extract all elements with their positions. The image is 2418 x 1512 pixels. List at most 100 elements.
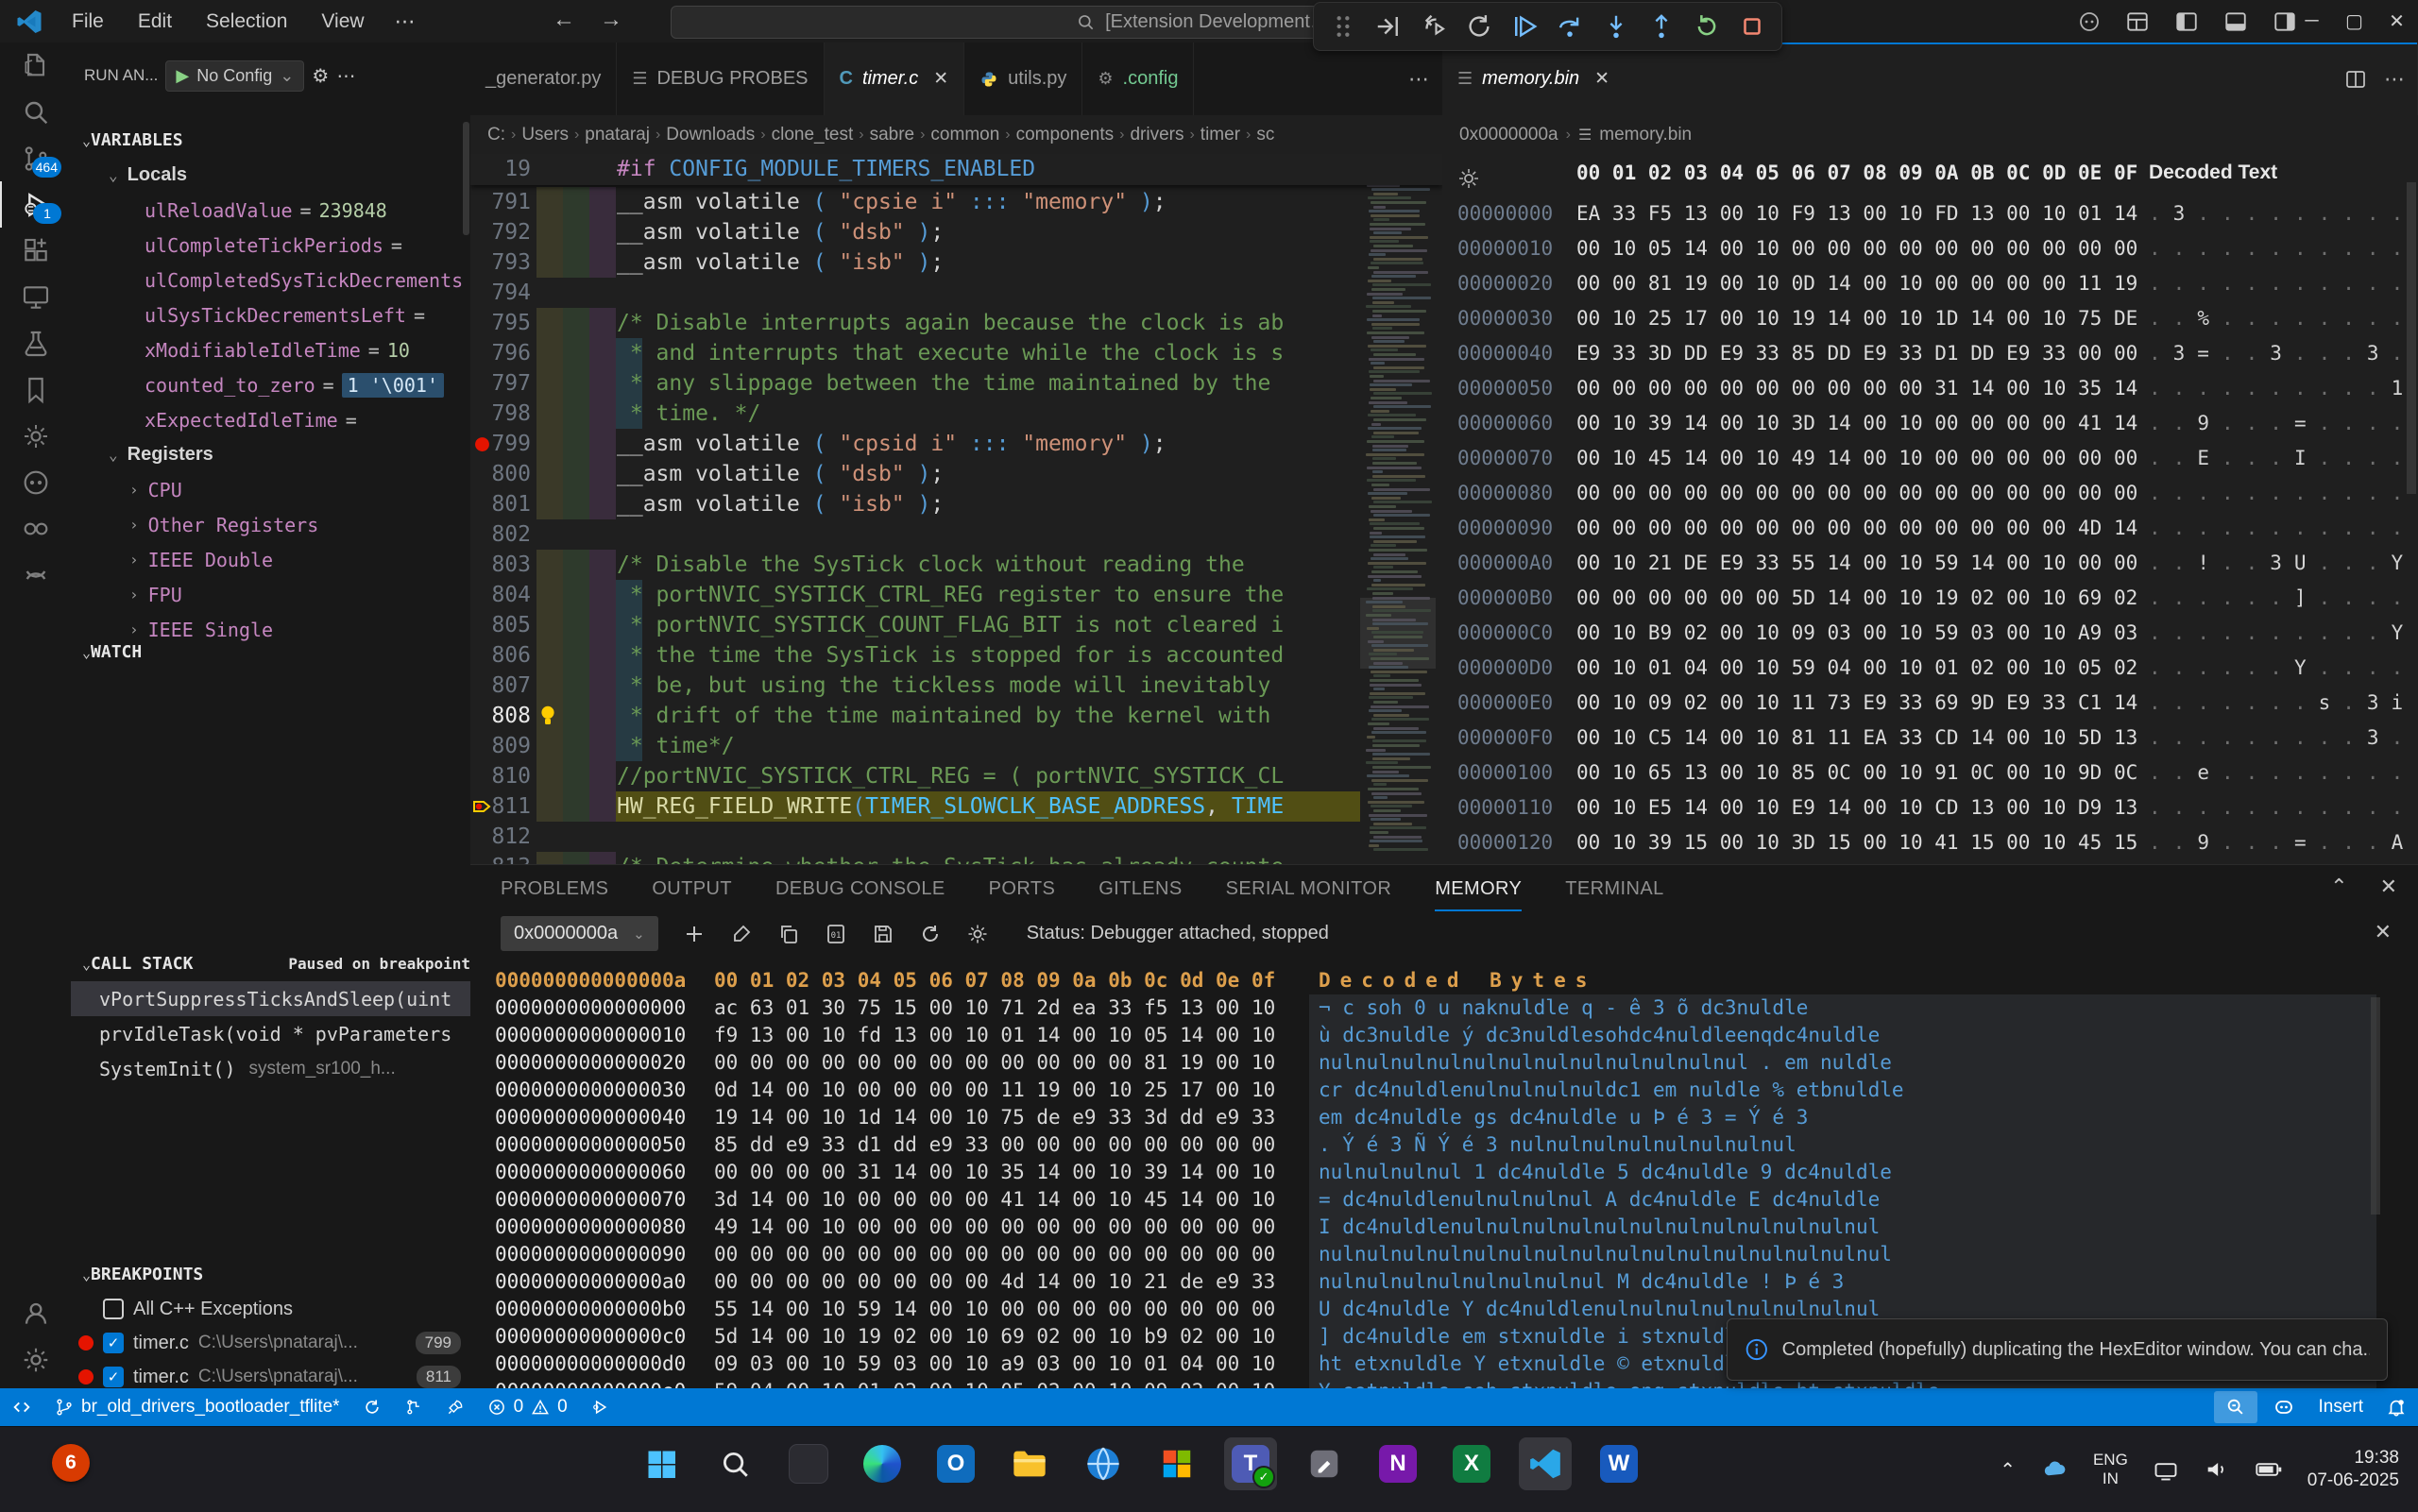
panel-tab-serial-monitor[interactable]: SERIAL MONITOR xyxy=(1226,869,1392,909)
tray-hidden-icons[interactable]: ⌃ xyxy=(2000,1458,2016,1482)
hex-row-00000080[interactable]: 0000008000 00 00 00 00 00 00 00 00 00 00… xyxy=(1442,476,2418,511)
window-close-icon[interactable]: ✕ xyxy=(2375,0,2418,42)
memory-row[interactable]: 00000000000000a000 00 00 00 00 00 00 00 … xyxy=(470,1268,2418,1296)
code-line-801[interactable]: 801__asm volatile ( "isb" ); xyxy=(470,489,1442,519)
taskbar-file-explorer-icon[interactable] xyxy=(1003,1437,1056,1490)
taskbar-edge-icon[interactable] xyxy=(856,1437,909,1490)
hex-settings-gear-icon[interactable] xyxy=(1457,167,1480,190)
code-line-806[interactable]: 806 * the time the SysTick is stopped fo… xyxy=(470,640,1442,671)
memory-refresh-icon[interactable] xyxy=(919,923,942,945)
memory-save-icon[interactable] xyxy=(872,923,894,945)
hex-row-00000020[interactable]: 0000002000 00 81 19 00 10 0D 14 00 10 00… xyxy=(1442,266,2418,301)
variable-counted_to_zero[interactable]: counted_to_zero=1 '\001' xyxy=(71,367,471,402)
memory-row[interactable]: 0000000000000000ac 63 01 30 75 15 00 10 … xyxy=(470,994,2418,1022)
code-line-792[interactable]: 792__asm volatile ( "dsb" ); xyxy=(470,217,1442,247)
activity-settings-gear-icon[interactable] xyxy=(0,1336,71,1383)
taskbar-search-icon[interactable] xyxy=(708,1437,761,1490)
memory-row[interactable]: 000000000000009000 00 00 00 00 00 00 00 … xyxy=(470,1241,2418,1268)
code-line-803[interactable]: 803/* Disable the SysTick clock without … xyxy=(470,550,1442,580)
activity-account-icon[interactable] xyxy=(0,1290,71,1336)
toggle-sidebar-icon[interactable] xyxy=(2174,9,2199,34)
hex-row-00000110[interactable]: 0000011000 10 E5 14 00 10 E9 14 00 10 CD… xyxy=(1442,790,2418,825)
breadcrumb-item[interactable]: memory.bin xyxy=(1599,125,1692,145)
taskbar-onenote-icon[interactable]: N xyxy=(1371,1437,1424,1490)
breadcrumb-item[interactable]: common xyxy=(930,125,999,145)
panel-tab-output[interactable]: OUTPUT xyxy=(652,869,732,909)
panel-tab-debug-console[interactable]: DEBUG CONSOLE xyxy=(775,869,945,909)
code-line-796[interactable]: 796 * and interrupts that execute while … xyxy=(470,338,1442,368)
variable-ulReloadValue[interactable]: ulReloadValue=239848 xyxy=(71,193,471,228)
panel-tab-memory[interactable]: MEMORY xyxy=(1435,869,1522,909)
battery-icon[interactable] xyxy=(2255,1456,2283,1483)
activity-extensions-icon[interactable] xyxy=(0,228,71,274)
panel-tab-gitlens[interactable]: GITLENS xyxy=(1098,869,1182,909)
sidebar-scrollbar[interactable] xyxy=(463,122,469,235)
screencast-zoom-button[interactable] xyxy=(2214,1391,2257,1423)
step-out-button[interactable] xyxy=(1645,10,1677,42)
activity-jupyter-icon[interactable] xyxy=(0,552,71,598)
memory-header-row[interactable]: 000000000000000a00 01 02 03 04 05 06 07 … xyxy=(470,967,2418,994)
breadcrumb-memory[interactable]: 0x0000000a›☰memory.bin xyxy=(1442,115,2418,154)
hex-scrollbar[interactable] xyxy=(2407,182,2416,494)
memory-row[interactable]: 000000000000002000 00 00 00 00 00 00 00 … xyxy=(470,1049,2418,1077)
debug-gear-icon[interactable]: ⚙ xyxy=(312,64,329,88)
code-editor[interactable]: 791__asm volatile ( "cpsie i" ::: "memor… xyxy=(470,154,1442,864)
notification-toast[interactable]: Completed (hopefully) duplicating the He… xyxy=(1727,1318,2388,1381)
drag-handle-button[interactable] xyxy=(1327,10,1359,42)
code-line-799[interactable]: 799__asm volatile ( "cpsid i" ::: "memor… xyxy=(470,429,1442,459)
hex-row-00000030[interactable]: 0000003000 10 25 17 00 10 19 14 00 10 1D… xyxy=(1442,301,2418,336)
breakpoint-row[interactable]: All C++ Exceptions xyxy=(71,1292,470,1326)
panel-close-icon[interactable]: ✕ xyxy=(2380,875,2397,899)
variable-xModifiableIdleTime[interactable]: xModifiableIdleTime=10 xyxy=(71,332,471,367)
hex-row-000000D0[interactable]: 000000D000 10 01 04 00 10 59 04 00 10 01… xyxy=(1442,651,2418,686)
breadcrumb-item[interactable]: pnataraj xyxy=(585,125,650,145)
run-to-line-button[interactable] xyxy=(1372,10,1405,42)
memory-row[interactable]: 0000000000000010f9 13 00 10 fd 13 00 10 … xyxy=(470,1022,2418,1049)
tab-debug-probes[interactable]: ☰DEBUG PROBES xyxy=(617,42,824,115)
remote-indicator[interactable] xyxy=(0,1388,43,1426)
hex-row-000000A0[interactable]: 000000A000 10 21 DE E9 33 55 14 00 10 59… xyxy=(1442,546,2418,581)
nav-back-icon[interactable]: ← xyxy=(553,7,575,33)
code-line-800[interactable]: 800__asm volatile ( "dsb" ); xyxy=(470,459,1442,489)
volume-icon[interactable] xyxy=(2204,1456,2230,1483)
activity-gitlens-icon[interactable] xyxy=(0,505,71,552)
section-call-stack[interactable]: ⌄CALL STACKPaused on breakpoint xyxy=(71,946,471,981)
breadcrumb-item[interactable]: timer xyxy=(1200,125,1240,145)
step-into-button[interactable] xyxy=(1600,10,1632,42)
taskbar-outlook-icon[interactable]: O xyxy=(929,1437,982,1490)
menu-file[interactable]: File xyxy=(59,7,117,37)
variables-locals-group[interactable]: ⌄Locals xyxy=(71,158,471,193)
launch-button[interactable] xyxy=(434,1388,476,1426)
code-line-811[interactable]: 811HW_REG_FIELD_WRITE(TIMER_SLOWCLK_BASE… xyxy=(470,791,1442,822)
step-back-button[interactable] xyxy=(1418,10,1450,42)
breadcrumb[interactable]: C:›Users›pnataraj›Downloads›clone_test›s… xyxy=(470,115,1442,154)
code-line-798[interactable]: 798 * time. */ xyxy=(470,399,1442,429)
tab-timer-c[interactable]: Ctimer.c✕ xyxy=(825,42,965,115)
tab-close-icon[interactable]: ✕ xyxy=(933,68,948,90)
taskbar-vscode-icon[interactable] xyxy=(1519,1437,1572,1490)
activity-explorer-icon[interactable] xyxy=(0,42,71,89)
code-line-793[interactable]: 793__asm volatile ( "isb" ); xyxy=(470,247,1442,278)
toggle-panel-icon[interactable] xyxy=(2223,9,2248,34)
start-debug-icon[interactable]: ▶ xyxy=(176,66,189,86)
copilot-status-icon[interactable] xyxy=(2261,1388,2307,1426)
memory-binary-icon[interactable]: 01 xyxy=(825,923,847,945)
memory-row[interactable]: 000000000000008049 14 00 10 00 00 00 00 … xyxy=(470,1214,2418,1241)
hex-row-00000100[interactable]: 0000010000 10 65 13 00 10 85 0C 00 10 91… xyxy=(1442,756,2418,790)
tab-close-icon[interactable]: ✕ xyxy=(1594,68,1609,90)
code-line-813[interactable]: 813/* Determine whether the SysTick has … xyxy=(470,852,1442,864)
profile-icon[interactable] xyxy=(2078,10,2101,33)
code-line-804[interactable]: 804 * portNVIC_SYSTICK_CTRL_REG register… xyxy=(470,580,1442,610)
variable-ulCompletedSysTickDecrements[interactable]: ulCompletedSysTickDecrements= xyxy=(71,263,471,297)
taskbar-clock[interactable]: 19:38 07-06-2025 xyxy=(2307,1447,2399,1492)
panel-tab-terminal[interactable]: TERMINAL xyxy=(1565,869,1663,909)
code-line-797[interactable]: 797 * any slippage between the time main… xyxy=(470,368,1442,399)
panel-collapse-icon[interactable]: ⌃ xyxy=(2330,875,2347,899)
hex-row-000000E0[interactable]: 000000E000 10 09 02 00 10 11 73 E9 33 69… xyxy=(1442,686,2418,721)
breadcrumb-item[interactable]: sc xyxy=(1256,125,1274,145)
taskbar-globe-icon[interactable] xyxy=(1077,1437,1130,1490)
code-line-795[interactable]: 795/* Disable interrupts again because t… xyxy=(470,308,1442,338)
breadcrumb-item[interactable]: Users xyxy=(521,125,569,145)
memory-row[interactable]: 000000000000006000 00 00 00 31 14 00 10 … xyxy=(470,1159,2418,1186)
editor-more-icon[interactable]: ⋯ xyxy=(2384,67,2405,92)
